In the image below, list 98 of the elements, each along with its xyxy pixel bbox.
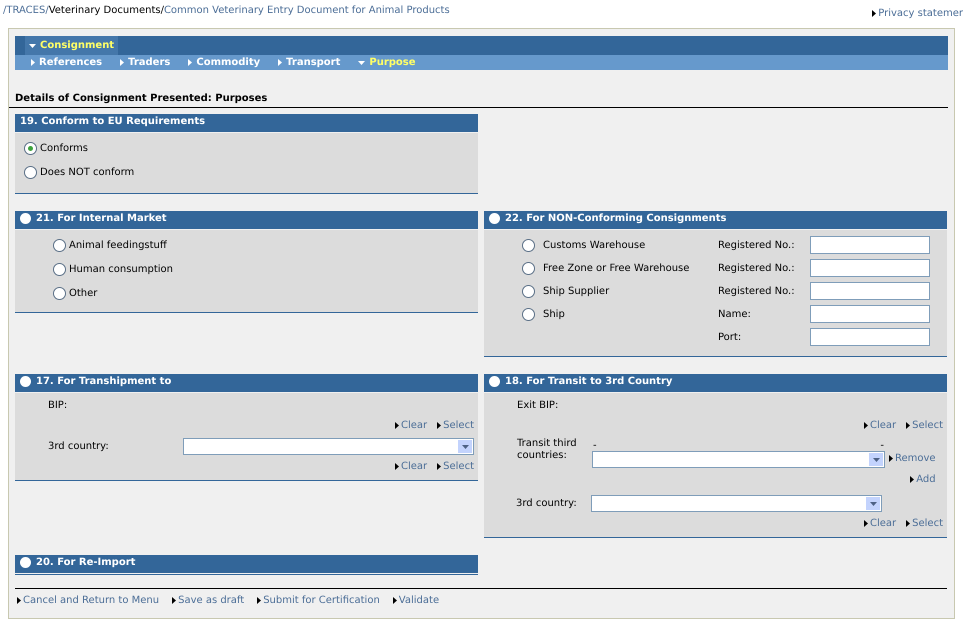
nav-tab[interactable]: Traders [120, 55, 170, 70]
link[interactable]: Save as draft [172, 593, 244, 608]
option-label: Animal feedingstuff [69, 238, 167, 252]
radio-button[interactable] [24, 142, 37, 154]
option-label: Other [69, 286, 98, 300]
radio-button[interactable] [522, 308, 535, 320]
link[interactable]: Select [437, 418, 474, 433]
field-label: Name: [718, 308, 752, 322]
breadcrumb-link[interactable]: Common Veterinary Entry Document for Animal Products [164, 3, 450, 18]
field-label: Registered No.: [718, 238, 796, 252]
radio-button[interactable] [489, 213, 500, 224]
nav-tab[interactable]: Purpose [358, 55, 416, 70]
breadcrumb-link[interactable]: /TRACES/ [3, 3, 49, 18]
link[interactable]: Clear [394, 418, 428, 433]
radio-button[interactable] [522, 284, 535, 298]
radio-button[interactable] [53, 262, 66, 276]
input-field[interactable] [810, 328, 930, 346]
breadcrumb-text: Veterinary Documents/ [48, 4, 164, 18]
link[interactable]: Validate [392, 593, 440, 608]
input-field[interactable] [810, 282, 930, 300]
dash-text: - [593, 439, 597, 451]
link[interactable]: Clear [394, 459, 428, 474]
link[interactable]: Select [437, 459, 474, 474]
input-field[interactable] [810, 236, 930, 254]
link[interactable]: Select [906, 418, 943, 433]
section-header: 18. For Transit to 3rd Country [484, 374, 947, 392]
radio-button[interactable] [489, 376, 500, 387]
radio-button[interactable] [53, 238, 66, 252]
section-header: 22. For NON-Conforming Consignments [484, 211, 947, 229]
link[interactable]: Submit for Certification [257, 593, 380, 608]
dropdown-field[interactable] [591, 495, 882, 512]
link[interactable]: Cancel and Return to Menu [17, 593, 160, 608]
arrow-icon [437, 463, 442, 470]
arrow-icon [889, 455, 893, 462]
caret-icon [462, 444, 468, 448]
option-label: Conforms [40, 142, 88, 156]
nav-tab[interactable]: Transport [278, 55, 340, 70]
radio-button[interactable] [24, 166, 37, 178]
link[interactable]: Clear [864, 516, 896, 531]
option-label: Free Zone or Free Warehouse [543, 262, 690, 276]
arrow-icon [906, 422, 910, 429]
option-label: Human consumption [69, 262, 173, 276]
radio-button[interactable] [20, 213, 31, 224]
arrow-icon [864, 520, 868, 527]
field-label: Port: [718, 330, 742, 344]
link[interactable]: Remove [889, 451, 936, 466]
option-label: Ship [543, 308, 565, 322]
section-heading: Details of Consignment Presented: Purposes [15, 92, 268, 106]
field-label: Exit BIP: [517, 399, 560, 413]
radio-button[interactable] [20, 376, 31, 387]
dash-text: - [880, 439, 884, 451]
arrow-icon [910, 476, 914, 483]
link[interactable]: Privacy statemer [872, 6, 963, 21]
field-label: 3rd country: [48, 440, 109, 454]
arrow-icon [31, 59, 35, 66]
caret-icon [872, 458, 880, 462]
arrow-icon [172, 597, 176, 604]
field-label: Registered No.: [718, 284, 796, 298]
radio-button[interactable] [522, 262, 535, 274]
link[interactable]: Add [910, 472, 936, 487]
option-label: Customs Warehouse [543, 238, 646, 252]
arrow-icon [392, 597, 397, 604]
field-label: BIP: [48, 399, 68, 413]
section-header: 19. Conform to EU Requirements [15, 114, 478, 132]
arrow-icon [872, 10, 876, 17]
field-label: 3rd country: [516, 497, 577, 511]
dropdown-field[interactable] [183, 438, 474, 455]
arrow-icon [120, 59, 124, 66]
caret-icon [29, 44, 36, 48]
arrow-icon [278, 59, 282, 66]
consignment-tab[interactable]: Consignment [25, 36, 118, 55]
arrow-icon [257, 597, 262, 604]
radio-button[interactable] [53, 286, 66, 300]
arrow-icon [437, 422, 442, 429]
section-header: 21. For Internal Market [15, 211, 478, 229]
section-header: 17. For Transhipment to [15, 374, 478, 392]
caret-icon [358, 60, 366, 64]
field-label: Registered No.: [718, 262, 796, 276]
field-label: Transit third countries: [517, 438, 578, 462]
nav-tab[interactable]: References [31, 55, 102, 70]
arrow-icon [864, 422, 868, 429]
input-field[interactable] [810, 305, 930, 323]
option-label: Ship Supplier [543, 284, 610, 298]
arrow-icon [394, 463, 399, 470]
arrow-icon [394, 422, 399, 429]
radio-button[interactable] [20, 557, 31, 568]
arrow-icon [906, 520, 910, 527]
section-header: 20. For Re-Import [15, 555, 478, 573]
nav-tab[interactable]: Commodity [188, 55, 260, 70]
link[interactable]: Clear [864, 418, 896, 433]
option-label: Does NOT conform [40, 166, 134, 180]
radio-button[interactable] [522, 238, 535, 252]
arrow-icon [17, 597, 21, 604]
input-field[interactable] [810, 259, 930, 277]
dropdown-field[interactable] [592, 451, 885, 468]
arrow-icon [188, 59, 192, 66]
caret-icon [870, 502, 876, 506]
link[interactable]: Select [906, 516, 943, 531]
